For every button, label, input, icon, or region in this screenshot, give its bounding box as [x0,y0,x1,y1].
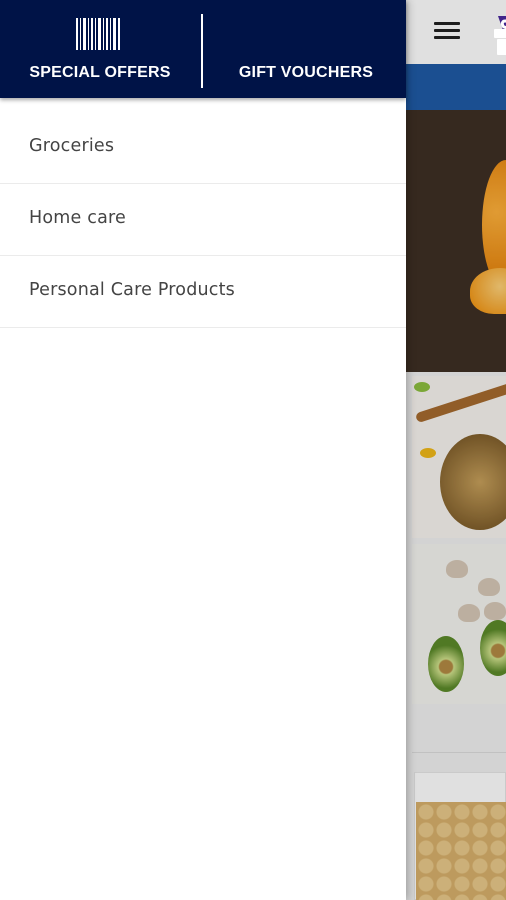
menu-item-personal-care-products[interactable]: Personal Care Products [0,256,406,328]
menu-item-label: Personal Care Products [29,280,236,300]
drawer-header: SPECIAL OFFERS GIFT VOUCHERS [0,0,506,98]
gift-vouchers-button[interactable]: GIFT VOUCHERS [206,0,506,98]
barcode-icon [76,18,120,50]
gift-vouchers-label: GIFT VOUCHERS [238,64,374,81]
special-offers-button[interactable]: SPECIAL OFFERS [0,0,200,98]
menu-item-label: Home care [29,208,126,228]
header-divider [201,14,203,88]
menu-item-home-care[interactable]: Home care [0,184,406,256]
special-offers-label: SPECIAL OFFERS [29,64,171,81]
screen: SPECIAL OFFERS GIFT VOUCHERS Groceries H… [0,0,506,900]
navigation-drawer: SPECIAL OFFERS GIFT VOUCHERS Groceries H… [0,0,506,900]
menu-item-label: Groceries [29,136,115,156]
gift-icon [494,19,506,55]
category-menu: Groceries Home care Personal Care Produc… [0,112,406,328]
menu-item-groceries[interactable]: Groceries [0,112,406,184]
